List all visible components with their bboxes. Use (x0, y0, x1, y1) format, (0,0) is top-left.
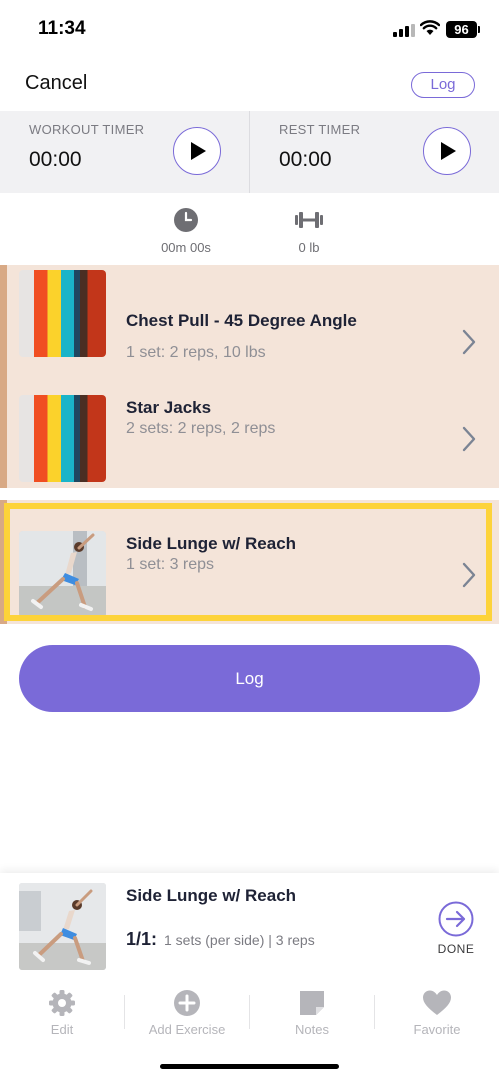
workout-timer-label: WORKOUT TIMER (29, 122, 145, 137)
workout-play-button[interactable] (173, 127, 221, 175)
battery-indicator: 96 (446, 21, 480, 38)
chevron-right-icon (462, 426, 476, 452)
exercise-detail: 1 set: 3 reps (126, 556, 215, 573)
chevron-right-icon (462, 329, 476, 355)
add-exercise-button[interactable]: Add Exercise (125, 989, 249, 1037)
weight-stat: 0 lb (269, 208, 349, 255)
done-button[interactable]: DONE (430, 901, 482, 956)
current-exercise-thumbnail[interactable] (19, 883, 106, 970)
rest-play-button[interactable] (423, 127, 471, 175)
clock-icon (174, 208, 198, 232)
log-header-button[interactable]: Log (411, 72, 475, 98)
superset-group: Chest Pull - 45 Degree Angle 1 set: 2 re… (0, 265, 499, 488)
play-icon (191, 142, 206, 160)
arrow-circle-right-icon (438, 901, 474, 937)
exercise-item[interactable]: Star Jacks 2 sets: 2 reps, 2 reps (0, 385, 499, 488)
note-icon (300, 991, 324, 1015)
chevron-right-icon (462, 562, 476, 588)
done-label: DONE (437, 942, 475, 956)
dumbbell-icon (295, 212, 323, 228)
exercise-item[interactable]: Side Lunge w/ Reach 1 set: 3 reps (0, 500, 499, 624)
rest-timer-value: 00:00 (279, 148, 332, 171)
add-exercise-label: Add Exercise (148, 1022, 226, 1037)
exercise-name: Star Jacks (126, 398, 212, 417)
edit-label: Edit (50, 1022, 74, 1037)
exercise-name: Side Lunge w/ Reach (126, 534, 297, 553)
current-exercise-name: Side Lunge w/ Reach (126, 886, 297, 905)
weight-value: 0 lb (298, 240, 320, 255)
cancel-button[interactable]: Cancel (25, 72, 87, 95)
gear-icon (49, 990, 75, 1016)
wifi-icon (420, 20, 440, 35)
rest-timer: REST TIMER 00:00 (249, 111, 499, 193)
favorite-button[interactable]: Favorite (375, 989, 499, 1037)
exercise-detail: 2 sets: 2 reps, 2 reps (126, 420, 276, 437)
heart-icon (423, 990, 451, 1015)
rest-timer-label: REST TIMER (279, 122, 361, 137)
exercise-name: Chest Pull - 45 Degree Angle (126, 311, 357, 330)
exercise-thumbnail (19, 270, 106, 357)
edit-button[interactable]: Edit (0, 989, 124, 1037)
exercise-group: Side Lunge w/ Reach 1 set: 3 reps (0, 500, 499, 624)
workout-timer: WORKOUT TIMER 00:00 (0, 111, 248, 193)
status-bar: 11:34 96 (0, 0, 499, 58)
timers-panel: WORKOUT TIMER 00:00 REST TIMER 00:00 (0, 111, 499, 193)
notes-label: Notes (295, 1022, 329, 1037)
exercise-item[interactable]: Chest Pull - 45 Degree Angle 1 set: 2 re… (0, 265, 499, 385)
exercise-thumbnail (19, 395, 106, 482)
bottom-toolbar: Edit Add Exercise Notes Favorite (0, 989, 499, 1049)
exercise-detail: 1 set: 2 reps, 10 lbs (126, 344, 266, 361)
favorite-label: Favorite (413, 1022, 461, 1037)
current-set-detail: 1 sets (per side) | 3 reps (164, 932, 315, 948)
duration-value: 00m 00s (161, 240, 211, 255)
workout-timer-value: 00:00 (29, 148, 82, 171)
current-set-index: 1/1: (126, 929, 158, 949)
log-button[interactable]: Log (19, 645, 480, 712)
status-time: 11:34 (38, 18, 86, 39)
plus-circle-icon (174, 990, 200, 1016)
duration-stat: 00m 00s (146, 208, 226, 255)
home-indicator (160, 1064, 339, 1069)
play-icon (441, 142, 456, 160)
exercise-thumbnail (19, 531, 106, 618)
signal-icon (393, 24, 415, 37)
current-exercise-panel: Side Lunge w/ Reach 1/1: 1 sets (per sid… (0, 873, 499, 1080)
notes-button[interactable]: Notes (250, 989, 374, 1037)
